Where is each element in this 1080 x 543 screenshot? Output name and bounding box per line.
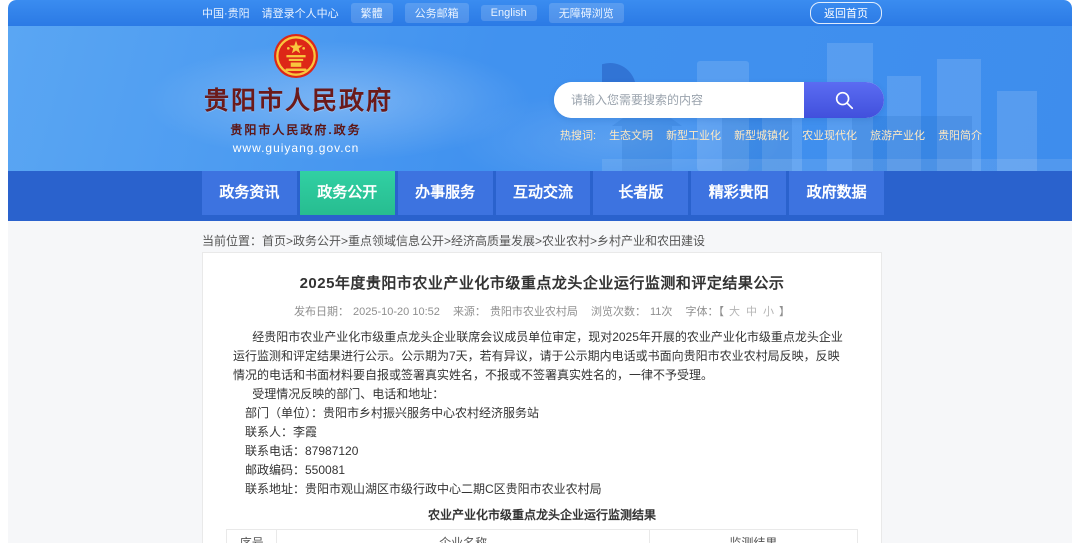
browser-page: 中国·贵阳 请登录个人中心 繁體 公务邮箱 English 无障碍浏览 返回首页 [8,0,1072,543]
top-utility-bar: 中国·贵阳 请登录个人中心 繁體 公务邮箱 English 无障碍浏览 返回首页 [8,0,1072,26]
table-caption: 农业产业化市级重点龙头企业运行监测结果 [427,508,656,522]
main-navigation: 政务资讯 政务公开 办事服务 互动交流 长者版 精彩贵阳 政府数据 [8,171,1072,221]
breadcrumb: 当前位置：首页>政务公开>重点领域信息公开>经济高质量发展>农业农村>乡村产业和… [8,221,1072,249]
col-header-seq: 序号 [225,529,278,543]
link-china-guiyang[interactable]: 中国·贵阳 [202,5,250,21]
monitoring-result-table: 序号 企业名称 监测结果 1 贵州合力超市采购有限公司 合格 2 贵州友禾种业有… [225,529,859,543]
nav-tab-zhangzheban[interactable]: 长者版 [593,171,689,215]
font-size-medium-button[interactable]: 中 [746,306,757,318]
hot-word[interactable]: 贵阳简介 [938,127,982,143]
font-size-label: 字体：【 [685,306,724,318]
site-url: www.guiyang.gov.cn [232,141,360,155]
link-traditional-chinese[interactable]: 繁體 [350,3,393,23]
nav-tab-banshi-fuwu[interactable]: 办事服务 [397,171,493,215]
hot-word[interactable]: 生态文明 [609,127,653,143]
hot-words-label: 热搜词: [560,130,597,142]
search-input[interactable] [554,82,804,118]
search-icon [835,91,854,110]
site-title: 贵阳市人民政府 [204,87,394,115]
nav-tab-jingcai-guiyang[interactable]: 精彩贵阳 [691,171,787,215]
national-emblem-icon [273,33,319,79]
font-size-large-button[interactable]: 大 [729,306,740,318]
hot-word[interactable]: 农业现代化 [802,127,857,143]
paragraph-feedback-intro: 受理情况反映的部门、电话和地址： [252,387,445,401]
article-body: 经贵阳市农业产业化市级重点龙头企业联席会议成员单位审定，现对2025年开展的农业… [233,328,851,499]
contact-address: 联系地址：贵阳市观山湖区市级行政中心二期C区贵阳市农业农村局 [245,482,602,496]
breadcrumb-path[interactable]: 首页>政务公开>重点领域信息公开>经济高质量发展>农业农村>乡村产业和农田建设 [262,234,705,248]
source: 贵阳市农业农村局 [489,306,578,318]
table-header-row: 序号 企业名称 监测结果 [225,529,859,543]
contact-department: 部门（单位）：贵阳市乡村振兴服务中心农村经济服务站 [245,406,540,420]
paragraph-announcement: 经贵阳市农业产业化市级重点龙头企业联席会议成员单位审定，现对2025年开展的农业… [233,330,843,382]
return-home-button[interactable]: 返回首页 [810,2,882,24]
hot-word[interactable]: 新型工业化 [666,127,721,143]
search-button[interactable] [804,82,884,118]
site-subtitle: 贵阳市人民政府.政务 [230,123,362,137]
views: 11次 [650,306,673,318]
views-label: 浏览次数： [591,306,646,318]
contact-phone: 联系电话：87987120 [245,444,359,458]
nav-tab-zhengfu-shuju[interactable]: 政府数据 [789,171,885,215]
nav-tab-hudong-jiaoliu[interactable]: 互动交流 [495,171,591,215]
hot-word[interactable]: 新型城镇化 [734,127,789,143]
article-card: 2025年度贵阳市农业产业化市级重点龙头企业运行监测和评定结果公示 发布日期： 2… [202,252,882,543]
col-header-result: 监测结果 [648,529,859,543]
publish-date-label: 发布日期： [294,306,350,318]
font-size-label-end: 】 [778,306,790,318]
hot-search-words: 热搜词: 生态文明 新型工业化 新型城镇化 农业现代化 旅游产业化 贵阳简介 [560,127,982,143]
site-search [554,82,884,118]
site-header-banner: 贵阳市人民政府 贵阳市人民政府.政务 www.guiyang.gov.cn 热搜… [8,26,1072,171]
hot-word[interactable]: 旅游产业化 [870,127,925,143]
article-meta: 发布日期： 2025-10-20 10:52 来源： 贵阳市农业农村局 浏览次数： 1… [203,303,881,319]
link-accessibility[interactable]: 无障碍浏览 [548,3,624,23]
breadcrumb-label: 当前位置： [202,234,263,248]
nav-tab-zhengwu-zixun[interactable]: 政务资讯 [202,171,297,215]
contact-person: 联系人：李霞 [245,425,318,439]
site-logo[interactable]: 贵阳市人民政府 贵阳市人民政府.政务 www.guiyang.gov.cn [204,33,394,155]
article-title: 2025年度贵阳市农业产业化市级重点龙头企业运行监测和评定结果公示 [299,275,785,292]
main-content: 当前位置：首页>政务公开>重点领域信息公开>经济高质量发展>农业农村>乡村产业和… [8,221,1072,543]
contact-postcode: 邮政编码：550081 [245,463,346,477]
link-official-mail[interactable]: 公务邮箱 [404,3,469,23]
link-login-personal-center[interactable]: 请登录个人中心 [262,5,339,21]
nav-tab-zhengwu-gongkai[interactable]: 政务公开 [299,171,395,215]
link-english[interactable]: English [480,5,537,21]
publish-date: 2025-10-20 10:52 [353,306,440,318]
font-size-small-button[interactable]: 小 [763,306,774,318]
col-header-company: 企业名称 [276,529,650,543]
source-label: 来源： [452,306,486,318]
